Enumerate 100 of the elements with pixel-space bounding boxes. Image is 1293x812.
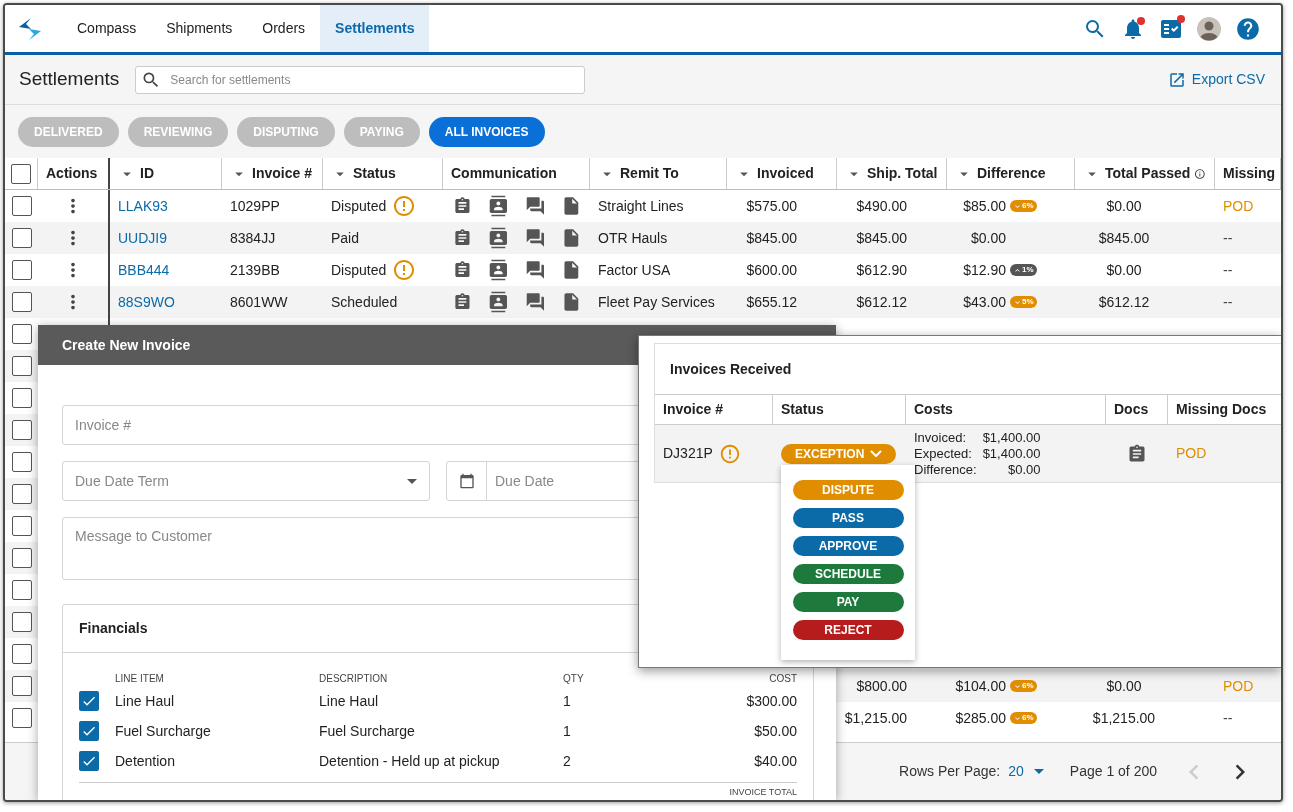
status-option[interactable]: PAY xyxy=(792,592,904,612)
table-cell-text: 2139BB xyxy=(230,260,280,280)
column-header: Docs xyxy=(1114,400,1149,419)
export-link[interactable]: Export CSV xyxy=(1167,69,1265,90)
checkbox[interactable] xyxy=(11,420,32,440)
column-header[interactable]: Missing xyxy=(1223,163,1276,184)
clipboard-icon[interactable] xyxy=(453,228,472,248)
rows-per-page-select[interactable]: 20 xyxy=(1008,761,1044,782)
checkbox[interactable] xyxy=(11,708,32,728)
checkbox[interactable] xyxy=(11,516,32,536)
checkbox[interactable] xyxy=(11,644,32,664)
table-cell-text: OTR Hauls xyxy=(598,228,668,248)
column-header[interactable]: Difference xyxy=(977,163,1046,184)
filter-chip[interactable]: ALL INVOICES xyxy=(428,116,545,147)
logo[interactable] xyxy=(17,16,43,41)
column-header: LINE ITEM xyxy=(115,672,165,686)
table-cell-text: $575.00 xyxy=(746,196,797,216)
table-cell-text: $104.00 xyxy=(954,676,1006,696)
line-item-quantity: 2 xyxy=(563,751,572,771)
column-header[interactable]: Ship. Total xyxy=(867,163,938,184)
column-header[interactable]: Total Passed xyxy=(1105,163,1191,184)
table-cell-text: $845.00 xyxy=(746,228,797,248)
table-cell-text: Fleet Pay Services xyxy=(598,292,715,312)
column-header[interactable]: Actions xyxy=(46,163,98,184)
checkbox[interactable] xyxy=(11,324,32,344)
checkbox[interactable] xyxy=(79,691,99,711)
column-header: QTY xyxy=(563,672,585,686)
table-cell-text: Disputed xyxy=(331,196,387,216)
status-option[interactable]: SCHEDULE xyxy=(792,564,904,584)
dialog-title: Create New Invoice xyxy=(62,335,191,355)
help-icon[interactable] xyxy=(1235,15,1261,42)
table-cell-text: $490.00 xyxy=(856,196,907,216)
checkbox[interactable] xyxy=(11,484,32,504)
checkbox[interactable] xyxy=(79,751,99,771)
checkbox[interactable] xyxy=(11,292,32,312)
nav-tab[interactable]: Orders xyxy=(247,5,321,52)
due-date-term-select[interactable]: Due Date Term xyxy=(62,461,430,501)
table-cell-text: $612.12 xyxy=(856,292,907,312)
cost-label: Invoiced: xyxy=(914,429,968,446)
table-cell-text: $85.00 xyxy=(962,196,1006,216)
id-link[interactable]: BBB444 xyxy=(118,259,170,281)
chat-icon[interactable] xyxy=(524,227,546,249)
column-header[interactable]: Invoice # xyxy=(252,163,312,184)
id-link[interactable]: LLAK93 xyxy=(118,195,168,217)
checkbox[interactable] xyxy=(11,548,32,568)
avatar[interactable] xyxy=(1197,16,1221,41)
table-cell-text: 1029PP xyxy=(230,196,280,216)
table-cell-text: $845.00 xyxy=(1098,228,1150,248)
id-link[interactable]: 88S9WO xyxy=(118,291,175,313)
checkbox[interactable] xyxy=(11,163,31,184)
search-field[interactable]: Search for settlements xyxy=(135,65,586,94)
clipboard-icon[interactable] xyxy=(453,260,472,280)
percent-badge: 6% xyxy=(1010,680,1037,692)
cost-value: $1,400.00 xyxy=(982,429,1041,446)
chat-icon[interactable] xyxy=(524,195,546,217)
column-header[interactable]: Communication xyxy=(451,163,557,184)
percent-badge: 1% xyxy=(1010,264,1037,276)
table-cell-text: $612.90 xyxy=(856,260,907,280)
column-header[interactable]: Remit To xyxy=(620,163,679,184)
table-cell-text: $1,215.00 xyxy=(844,708,907,728)
checkbox[interactable] xyxy=(11,260,32,280)
contact-card-icon[interactable] xyxy=(487,291,509,313)
checkbox[interactable] xyxy=(11,388,32,408)
checkbox[interactable] xyxy=(11,580,32,600)
checkbox[interactable] xyxy=(79,721,99,741)
status-option[interactable]: PASS xyxy=(792,508,904,528)
status-option[interactable]: REJECT xyxy=(792,620,904,640)
line-item-description: Detention - Held up at pickup xyxy=(319,751,501,771)
table-cell-text: $0.00 xyxy=(969,228,1006,248)
checkbox[interactable] xyxy=(11,612,32,632)
caret-icon xyxy=(1033,769,1044,774)
clipboard-icon[interactable] xyxy=(1127,443,1147,464)
column-header[interactable]: ID xyxy=(140,163,154,184)
chat-icon[interactable] xyxy=(524,259,546,281)
contact-card-icon[interactable] xyxy=(487,227,509,249)
column-header[interactable]: Status xyxy=(353,163,396,184)
checkbox[interactable] xyxy=(11,356,32,376)
checkbox[interactable] xyxy=(11,676,32,696)
calendar-icon[interactable] xyxy=(458,473,475,489)
nav-tab[interactable]: Shipments xyxy=(151,5,248,52)
table-cell-text: $0.00 xyxy=(1106,196,1142,216)
line-item-quantity: 1 xyxy=(563,691,572,711)
checkbox[interactable] xyxy=(11,228,32,248)
nav-tab[interactable]: Settlements xyxy=(320,5,430,52)
chat-icon[interactable] xyxy=(524,291,546,313)
checkbox[interactable] xyxy=(11,196,32,216)
table-cell-text: $0.00 xyxy=(1106,260,1142,280)
line-item-name: Fuel Surcharge xyxy=(115,721,212,741)
contact-card-icon[interactable] xyxy=(487,195,509,217)
clipboard-icon[interactable] xyxy=(453,196,472,216)
id-link[interactable]: UUDJI9 xyxy=(118,227,167,249)
clipboard-icon[interactable] xyxy=(453,292,472,312)
line-item-cost: $50.00 xyxy=(754,721,797,741)
column-header[interactable]: Invoiced xyxy=(757,163,814,184)
contact-card-icon[interactable] xyxy=(487,259,509,281)
status-option[interactable]: APPROVE xyxy=(792,536,904,556)
table-cell-text: -- xyxy=(1223,292,1233,312)
checkbox[interactable] xyxy=(11,452,32,472)
nav-tab[interactable]: Compass xyxy=(62,5,152,52)
table-cell-text: POD xyxy=(1223,196,1254,216)
